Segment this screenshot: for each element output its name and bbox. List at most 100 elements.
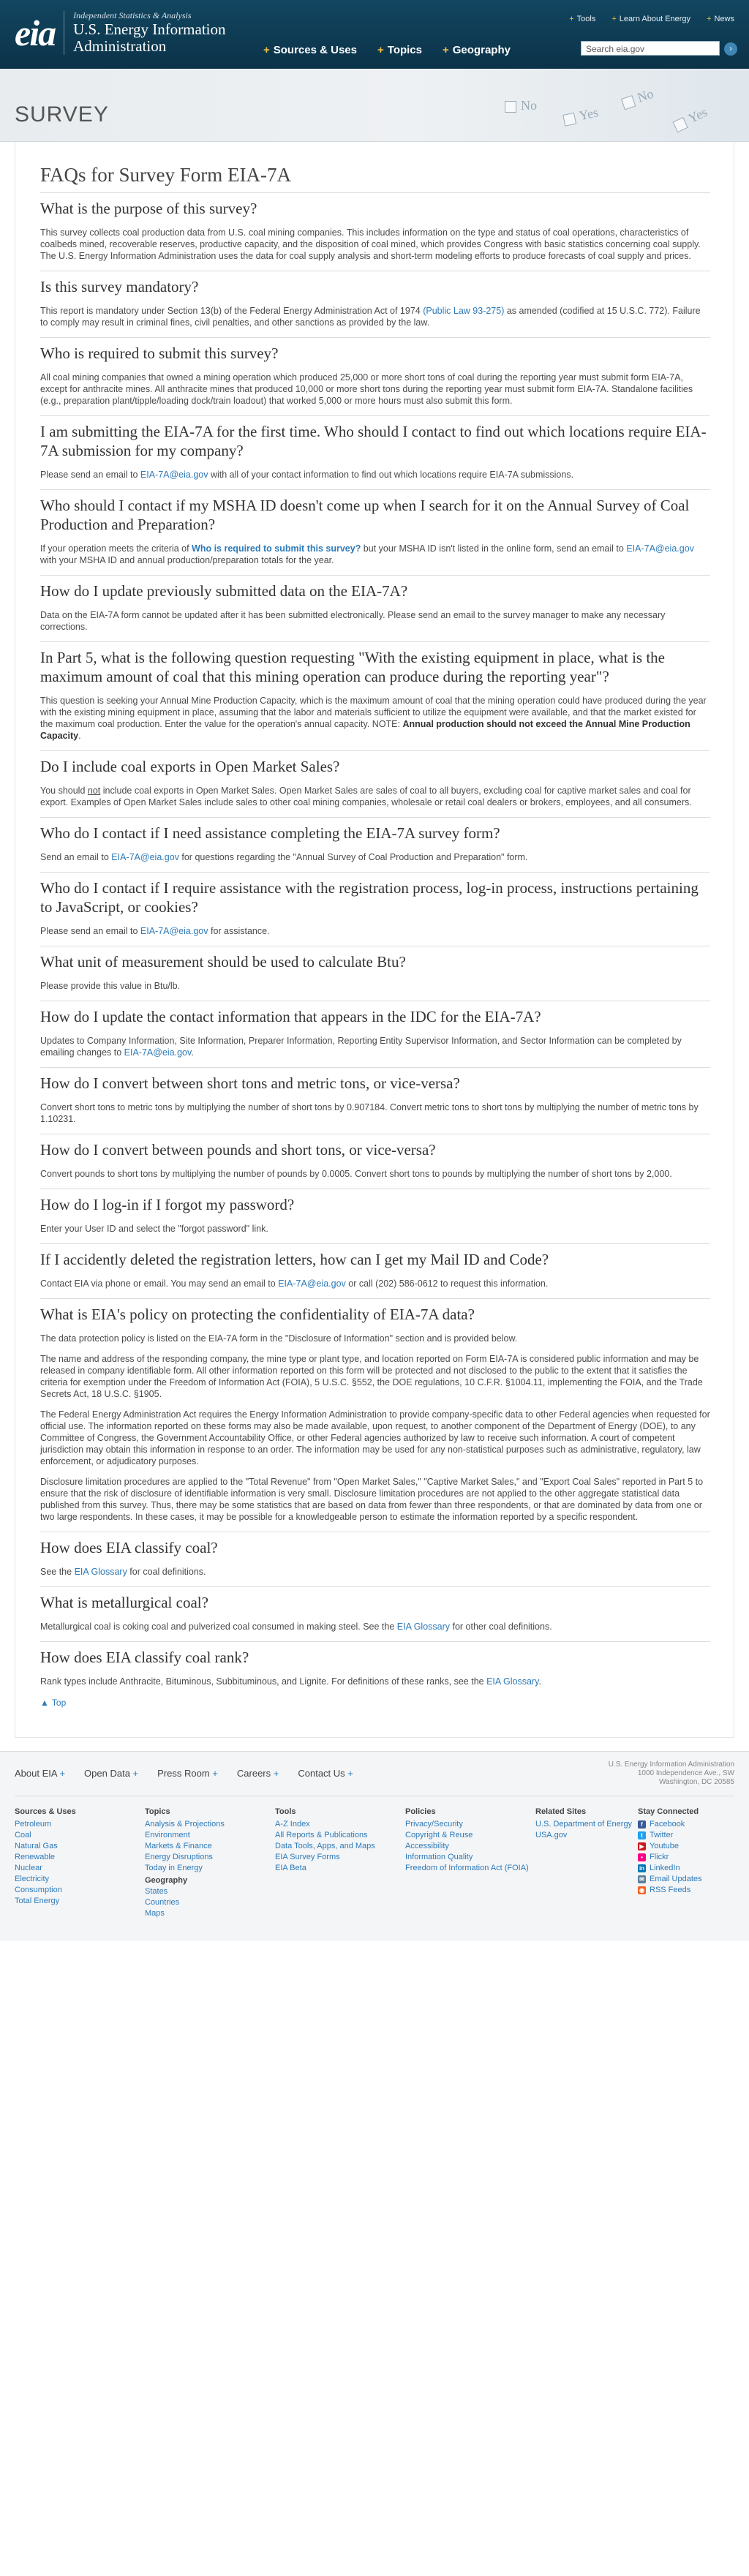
footer-link[interactable]: Freedom of Information Act (FOIA) bbox=[405, 1863, 535, 1874]
footer-link[interactable]: Consumption bbox=[15, 1885, 145, 1896]
footer-link[interactable]: Analysis & Projections bbox=[145, 1819, 275, 1830]
youtube-link[interactable]: ▶ Youtube bbox=[638, 1841, 718, 1852]
rss-feeds-link[interactable]: ◉ RSS Feeds bbox=[638, 1885, 718, 1896]
faq-item: If I accidently deleted the registration… bbox=[40, 1243, 710, 1289]
nav-sources-uses-label: Sources & Uses bbox=[273, 44, 357, 56]
footer-col-sources: Sources & Uses Petroleum Coal Natural Ga… bbox=[15, 1807, 145, 1919]
footer-link[interactable]: Accessibility bbox=[405, 1841, 535, 1852]
footer-nav-open-data[interactable]: Open Data + bbox=[84, 1768, 138, 1779]
footer-link[interactable]: Total Energy bbox=[15, 1896, 145, 1907]
faq-item: What is metallurgical coal? Metallurgica… bbox=[40, 1586, 710, 1632]
footer-nav-contact[interactable]: Contact Us + bbox=[298, 1768, 353, 1779]
footer-link[interactable]: Electricity bbox=[15, 1874, 145, 1885]
faq-question: What is metallurgical coal? bbox=[40, 1594, 208, 1611]
footer-link[interactable]: Environment bbox=[145, 1830, 275, 1841]
footer-link[interactable]: Copyright & Reuse bbox=[405, 1830, 535, 1841]
facebook-link[interactable]: f Facebook bbox=[638, 1819, 718, 1830]
public-law-link[interactable]: (Public Law 93-275) bbox=[423, 306, 504, 316]
utility-news[interactable]: + News bbox=[707, 15, 734, 23]
glossary-link[interactable]: EIA Glossary bbox=[397, 1622, 450, 1632]
footer-link[interactable]: Energy Disruptions bbox=[145, 1852, 275, 1863]
email-updates-link[interactable]: ✉ Email Updates bbox=[638, 1874, 718, 1885]
footer-col-related: Related Sites U.S. Department of Energy … bbox=[535, 1807, 638, 1919]
plus-icon: + bbox=[611, 15, 617, 23]
logo-tagline: Independent Statistics & Analysis bbox=[73, 10, 192, 20]
footer-link[interactable]: Petroleum bbox=[15, 1819, 145, 1830]
nav-geography[interactable]: + Geography bbox=[443, 44, 511, 56]
footer-col-head: Stay Connected bbox=[638, 1807, 699, 1816]
footer-link[interactable]: States bbox=[145, 1886, 275, 1897]
faq-item: What unit of measurement should be used … bbox=[40, 946, 710, 992]
footer-link[interactable]: Countries bbox=[145, 1897, 275, 1908]
footer-link[interactable]: U.S. Department of Energy bbox=[535, 1819, 638, 1830]
footer-link[interactable]: Coal bbox=[15, 1830, 145, 1841]
nav-sources-uses[interactable]: + Sources & Uses bbox=[263, 44, 357, 56]
linkedin-link[interactable]: in LinkedIn bbox=[638, 1863, 718, 1874]
nav-topics[interactable]: + Topics bbox=[377, 44, 422, 56]
footer-link[interactable]: EIA Survey Forms bbox=[275, 1852, 405, 1863]
answer-text: but your MSHA ID isn't listed in the onl… bbox=[361, 543, 627, 554]
footer-link[interactable]: A-Z Index bbox=[275, 1819, 405, 1830]
faq-question: In Part 5, what is the following questio… bbox=[40, 649, 665, 685]
email-link[interactable]: EIA-7A@eia.gov bbox=[140, 926, 208, 936]
twitter-link[interactable]: t Twitter bbox=[638, 1830, 718, 1841]
footer-link[interactable]: EIA Beta bbox=[275, 1863, 405, 1874]
plus-icon: + bbox=[59, 1768, 66, 1779]
footer-nav-about[interactable]: About EIA + bbox=[15, 1768, 65, 1779]
email-link[interactable]: EIA-7A@eia.gov bbox=[124, 1047, 192, 1058]
email-link[interactable]: EIA-7A@eia.gov bbox=[140, 470, 208, 480]
email-link[interactable]: EIA-7A@eia.gov bbox=[626, 543, 694, 554]
footer-link[interactable]: Natural Gas bbox=[15, 1841, 145, 1852]
footer-link[interactable]: All Reports & Publications bbox=[275, 1830, 405, 1841]
search-icon[interactable]: › bbox=[724, 42, 737, 56]
plus-icon: + bbox=[443, 44, 449, 56]
glossary-link[interactable]: EIA Glossary bbox=[486, 1676, 538, 1687]
footer-nav-careers[interactable]: Careers + bbox=[237, 1768, 279, 1779]
nav-geography-label: Geography bbox=[452, 44, 511, 56]
top-label: Top bbox=[51, 1698, 67, 1708]
faq-item: Is this survey mandatory? This report is… bbox=[40, 271, 710, 328]
faq-item: Do I include coal exports in Open Market… bbox=[40, 750, 710, 808]
faq-answer: Convert short tons to metric tons by mul… bbox=[40, 1102, 699, 1124]
main-content: FAQs for Survey Form EIA-7A What is the … bbox=[15, 142, 734, 1738]
faq-answer: This question is seeking your Annual Min… bbox=[40, 695, 710, 742]
answer-text: . bbox=[78, 731, 81, 741]
answer-text: with your MSHA ID and annual production/… bbox=[40, 555, 334, 565]
answer-text: Please send an email to bbox=[40, 470, 140, 480]
email-link[interactable]: EIA-7A@eia.gov bbox=[278, 1278, 346, 1289]
utility-learn[interactable]: + Learn About Energy bbox=[611, 15, 690, 23]
footer-link[interactable]: Today in Energy bbox=[145, 1863, 275, 1874]
footer-link[interactable]: Nuclear bbox=[15, 1863, 145, 1874]
footer-link[interactable]: Information Quality bbox=[405, 1852, 535, 1863]
criteria-link[interactable]: Who is required to submit this survey? bbox=[192, 543, 361, 554]
footer-link[interactable]: Markets & Finance bbox=[145, 1841, 275, 1852]
glossary-link[interactable]: EIA Glossary bbox=[75, 1567, 127, 1577]
footer-link[interactable]: USA.gov bbox=[535, 1830, 638, 1841]
faq-answer: Updates to Company Information, Site Inf… bbox=[40, 1035, 710, 1058]
ballot-option: No bbox=[505, 98, 537, 113]
footer-link[interactable]: Privacy/Security bbox=[405, 1819, 535, 1830]
footer-link[interactable]: Renewable bbox=[15, 1852, 145, 1863]
answer-text: If your operation meets the criteria of bbox=[40, 543, 192, 554]
back-to-top-link[interactable]: ▲ Top bbox=[40, 1698, 710, 1708]
answer-text: or call (202) 586-0612 to request this i… bbox=[345, 1278, 549, 1289]
checkbox-icon bbox=[562, 112, 577, 127]
faq-answer: If your operation meets the criteria of … bbox=[40, 543, 710, 566]
logo-text: Independent Statistics & Analysis U.S. E… bbox=[73, 10, 225, 55]
search-input[interactable]: Search eia.gov bbox=[581, 41, 720, 56]
footer-link[interactable]: Data Tools, Apps, and Maps bbox=[275, 1841, 405, 1852]
flickr-link[interactable]: • Flickr bbox=[638, 1852, 718, 1863]
logo-org-line1: U.S. Energy Information bbox=[73, 20, 226, 38]
faq-answer: Disclosure limitation procedures are app… bbox=[40, 1477, 704, 1522]
page-banner: SURVEY No Yes No Yes bbox=[0, 69, 749, 142]
footer-nav-label: Careers bbox=[236, 1768, 271, 1779]
faq-item: I am submitting the EIA-7A for the first… bbox=[40, 415, 710, 481]
faq-question: What is the purpose of this survey? bbox=[40, 200, 257, 217]
footer-nav-label: Press Room bbox=[157, 1768, 210, 1779]
eia-logo[interactable]: eia Independent Statistics & Analysis U.… bbox=[15, 10, 226, 55]
answer-text: Rank types include Anthracite, Bituminou… bbox=[40, 1676, 487, 1687]
utility-tools[interactable]: + Tools bbox=[569, 15, 595, 23]
email-link[interactable]: EIA-7A@eia.gov bbox=[111, 852, 179, 862]
footer-link[interactable]: Maps bbox=[145, 1908, 275, 1919]
footer-nav-press-room[interactable]: Press Room + bbox=[157, 1768, 218, 1779]
